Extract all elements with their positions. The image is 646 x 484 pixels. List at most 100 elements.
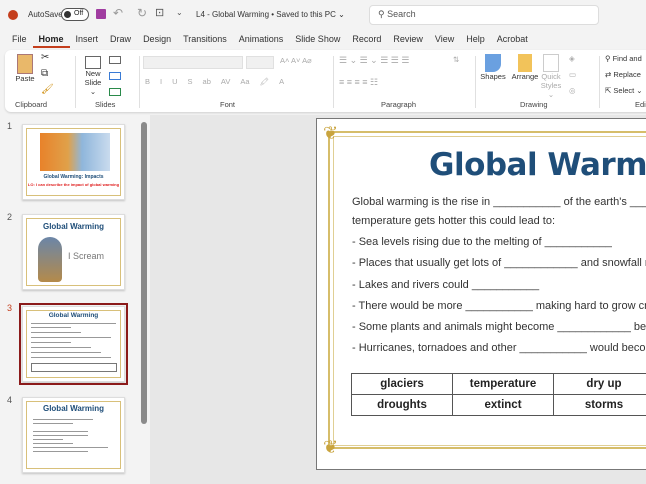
word-bank-table[interactable]: glaciers temperature dry up droughts ext…	[351, 373, 646, 416]
section-icon[interactable]	[109, 88, 121, 96]
slide-text-line[interactable]: - Lakes and rivers could ___________	[352, 279, 539, 291]
undo-icon[interactable]: ↶	[113, 6, 123, 20]
title-bar: AutoSave Off ↶ ↻ ⊡ ⌄ L4 - Global Warming…	[0, 0, 646, 30]
align-icon[interactable]: ≡ ≡ ≡ ≡ ☷	[339, 77, 378, 88]
copy-icon[interactable]: ⧉	[41, 68, 48, 79]
save-icon[interactable]	[96, 9, 106, 19]
earth-image	[40, 133, 110, 171]
table-row: glaciers temperature dry up	[351, 373, 646, 395]
group-drawing: Drawing	[520, 100, 548, 109]
arrange-button[interactable]: Arrange	[509, 54, 541, 81]
shadow-button[interactable]: S	[188, 77, 193, 86]
redo-icon[interactable]: ↻	[137, 6, 147, 20]
thumb-title: Global Warming: Impacts	[43, 174, 104, 180]
table-cell[interactable]: temperature	[452, 373, 554, 395]
group-slides: Slides	[95, 100, 116, 109]
slide-thumbnail-4[interactable]: Global Warming	[22, 397, 125, 473]
shape-outline-icon[interactable]: ▭	[569, 70, 576, 79]
find-button[interactable]: ⚲ Find and	[605, 54, 642, 63]
tab-insert[interactable]: Insert	[70, 32, 105, 48]
document-title[interactable]: L4 - Global Warming • Saved to this PC ⌄	[196, 10, 345, 19]
table-cell[interactable]: glaciers	[351, 373, 453, 395]
slide-title[interactable]: Global Warming	[429, 147, 646, 183]
reset-icon[interactable]	[109, 72, 121, 80]
replace-button[interactable]: ⇄ Replace	[605, 70, 641, 79]
highlight-icon[interactable]: 🖍	[260, 77, 270, 86]
quick-styles-button[interactable]: Quick Styles ⌄	[539, 54, 563, 99]
font-name-select[interactable]	[143, 56, 243, 69]
tab-home[interactable]: Home	[32, 32, 70, 48]
shapes-label: Shapes	[480, 72, 506, 81]
char-spacing-button[interactable]: AV	[221, 77, 230, 86]
shapes-button[interactable]: Shapes	[479, 54, 507, 81]
shape-effects-icon[interactable]: ◎	[569, 86, 576, 95]
slide-thumbnail-2[interactable]: Global Warming I Scream	[22, 214, 125, 290]
thumb-caption: I Scream	[68, 251, 105, 261]
group-editing: Editing	[635, 100, 646, 109]
current-slide[interactable]: ❦ ❦ Global Warming Global warming is the…	[316, 118, 646, 470]
tab-record[interactable]: Record	[346, 32, 387, 48]
table-cell[interactable]: extinct	[452, 394, 554, 416]
table-cell[interactable]: droughts	[351, 394, 453, 416]
corner-ornament-icon: ❦	[323, 437, 339, 457]
present-icon[interactable]: ⊡	[155, 6, 164, 19]
text-direction-icon[interactable]: ⇅	[453, 55, 459, 64]
strikethrough-button[interactable]: ab	[203, 77, 211, 86]
powerpoint-logo-icon	[8, 10, 18, 20]
slide-thumbnail-3[interactable]: Global Warming	[19, 303, 128, 385]
cut-icon[interactable]: ✂	[41, 52, 49, 63]
slide-text-line[interactable]: - Hurricanes, tornadoes and other ______…	[352, 342, 646, 354]
slide-thumbnail-1[interactable]: Global Warming: Impacts LO: I can descri…	[22, 124, 125, 200]
italic-button[interactable]: I	[160, 77, 162, 86]
layout-icon[interactable]	[109, 56, 121, 64]
bold-button[interactable]: B	[145, 77, 150, 86]
tab-animations[interactable]: Animations	[233, 32, 290, 48]
paste-button[interactable]: Paste	[13, 54, 37, 83]
slide-text-line[interactable]: temperature gets hotter this could lead …	[352, 215, 555, 227]
shape-fill-icon[interactable]: ◈	[569, 54, 575, 63]
tab-design[interactable]: Design	[137, 32, 177, 48]
group-clipboard: Clipboard	[15, 100, 48, 109]
group-font: Font	[220, 100, 236, 109]
search-input[interactable]: ⚲ Search	[369, 5, 599, 25]
font-size-select[interactable]	[246, 56, 274, 69]
select-button[interactable]: ⇱ Select ⌄	[605, 86, 643, 95]
table-row: droughts extinct storms	[351, 394, 646, 416]
thumbnails-scrollbar[interactable]	[141, 122, 147, 424]
tab-slide-show[interactable]: Slide Show	[289, 32, 346, 48]
change-case-button[interactable]: Aa	[240, 77, 249, 86]
tab-review[interactable]: Review	[387, 32, 429, 48]
table-cell[interactable]: dry up	[553, 373, 646, 395]
tab-transitions[interactable]: Transitions	[177, 32, 233, 48]
slide-text-line[interactable]: - There would be more ___________ making…	[352, 300, 646, 312]
new-slide-button[interactable]: New Slide ⌄	[81, 56, 105, 96]
tab-view[interactable]: View	[429, 32, 460, 48]
tab-help[interactable]: Help	[460, 32, 491, 48]
slide-text-line[interactable]: Global warming is the rise in __________…	[352, 196, 646, 208]
autosave-toggle[interactable]: Off	[61, 8, 89, 21]
customize-icon[interactable]: ⌄	[176, 8, 183, 17]
slide-number: 4	[7, 395, 13, 405]
thumb-title: Global Warming	[48, 312, 99, 319]
search-icon: ⚲	[378, 9, 388, 19]
slide-number: 2	[7, 212, 13, 222]
thumb-title: Global Warming	[42, 222, 105, 231]
shapes-icon	[485, 54, 501, 72]
tab-draw[interactable]: Draw	[104, 32, 137, 48]
clipboard-icon	[17, 54, 33, 74]
tab-file[interactable]: File	[6, 32, 33, 48]
bullets-icon[interactable]: ☰ ⌄ ☰ ⌄ ☰ ☰ ☰	[339, 55, 409, 66]
table-cell[interactable]: storms	[553, 394, 646, 416]
ribbon-tabs: File Home Insert Draw Design Transitions…	[0, 32, 534, 48]
slide-text-line[interactable]: - Sea levels rising due to the melting o…	[352, 236, 612, 248]
slide-text-line[interactable]: - Places that usually get lots of ______…	[352, 257, 646, 269]
format-painter-icon[interactable]: 🖌	[41, 84, 54, 95]
corner-ornament-icon: ❦	[323, 123, 339, 143]
slide-thumbnails-pane: 1 Global Warming: Impacts LO: I can desc…	[0, 115, 140, 484]
ribbon: Paste ✂ ⧉ 🖌 Clipboard New Slide ⌄ Slides…	[5, 50, 646, 112]
grow-font-icon[interactable]: A˄ A˅ A⌀	[280, 56, 312, 65]
font-color-icon[interactable]: A	[279, 77, 284, 86]
tab-acrobat[interactable]: Acrobat	[491, 32, 534, 48]
underline-button[interactable]: U	[172, 77, 177, 86]
slide-text-line[interactable]: - Some plants and animals might become _…	[352, 321, 646, 333]
